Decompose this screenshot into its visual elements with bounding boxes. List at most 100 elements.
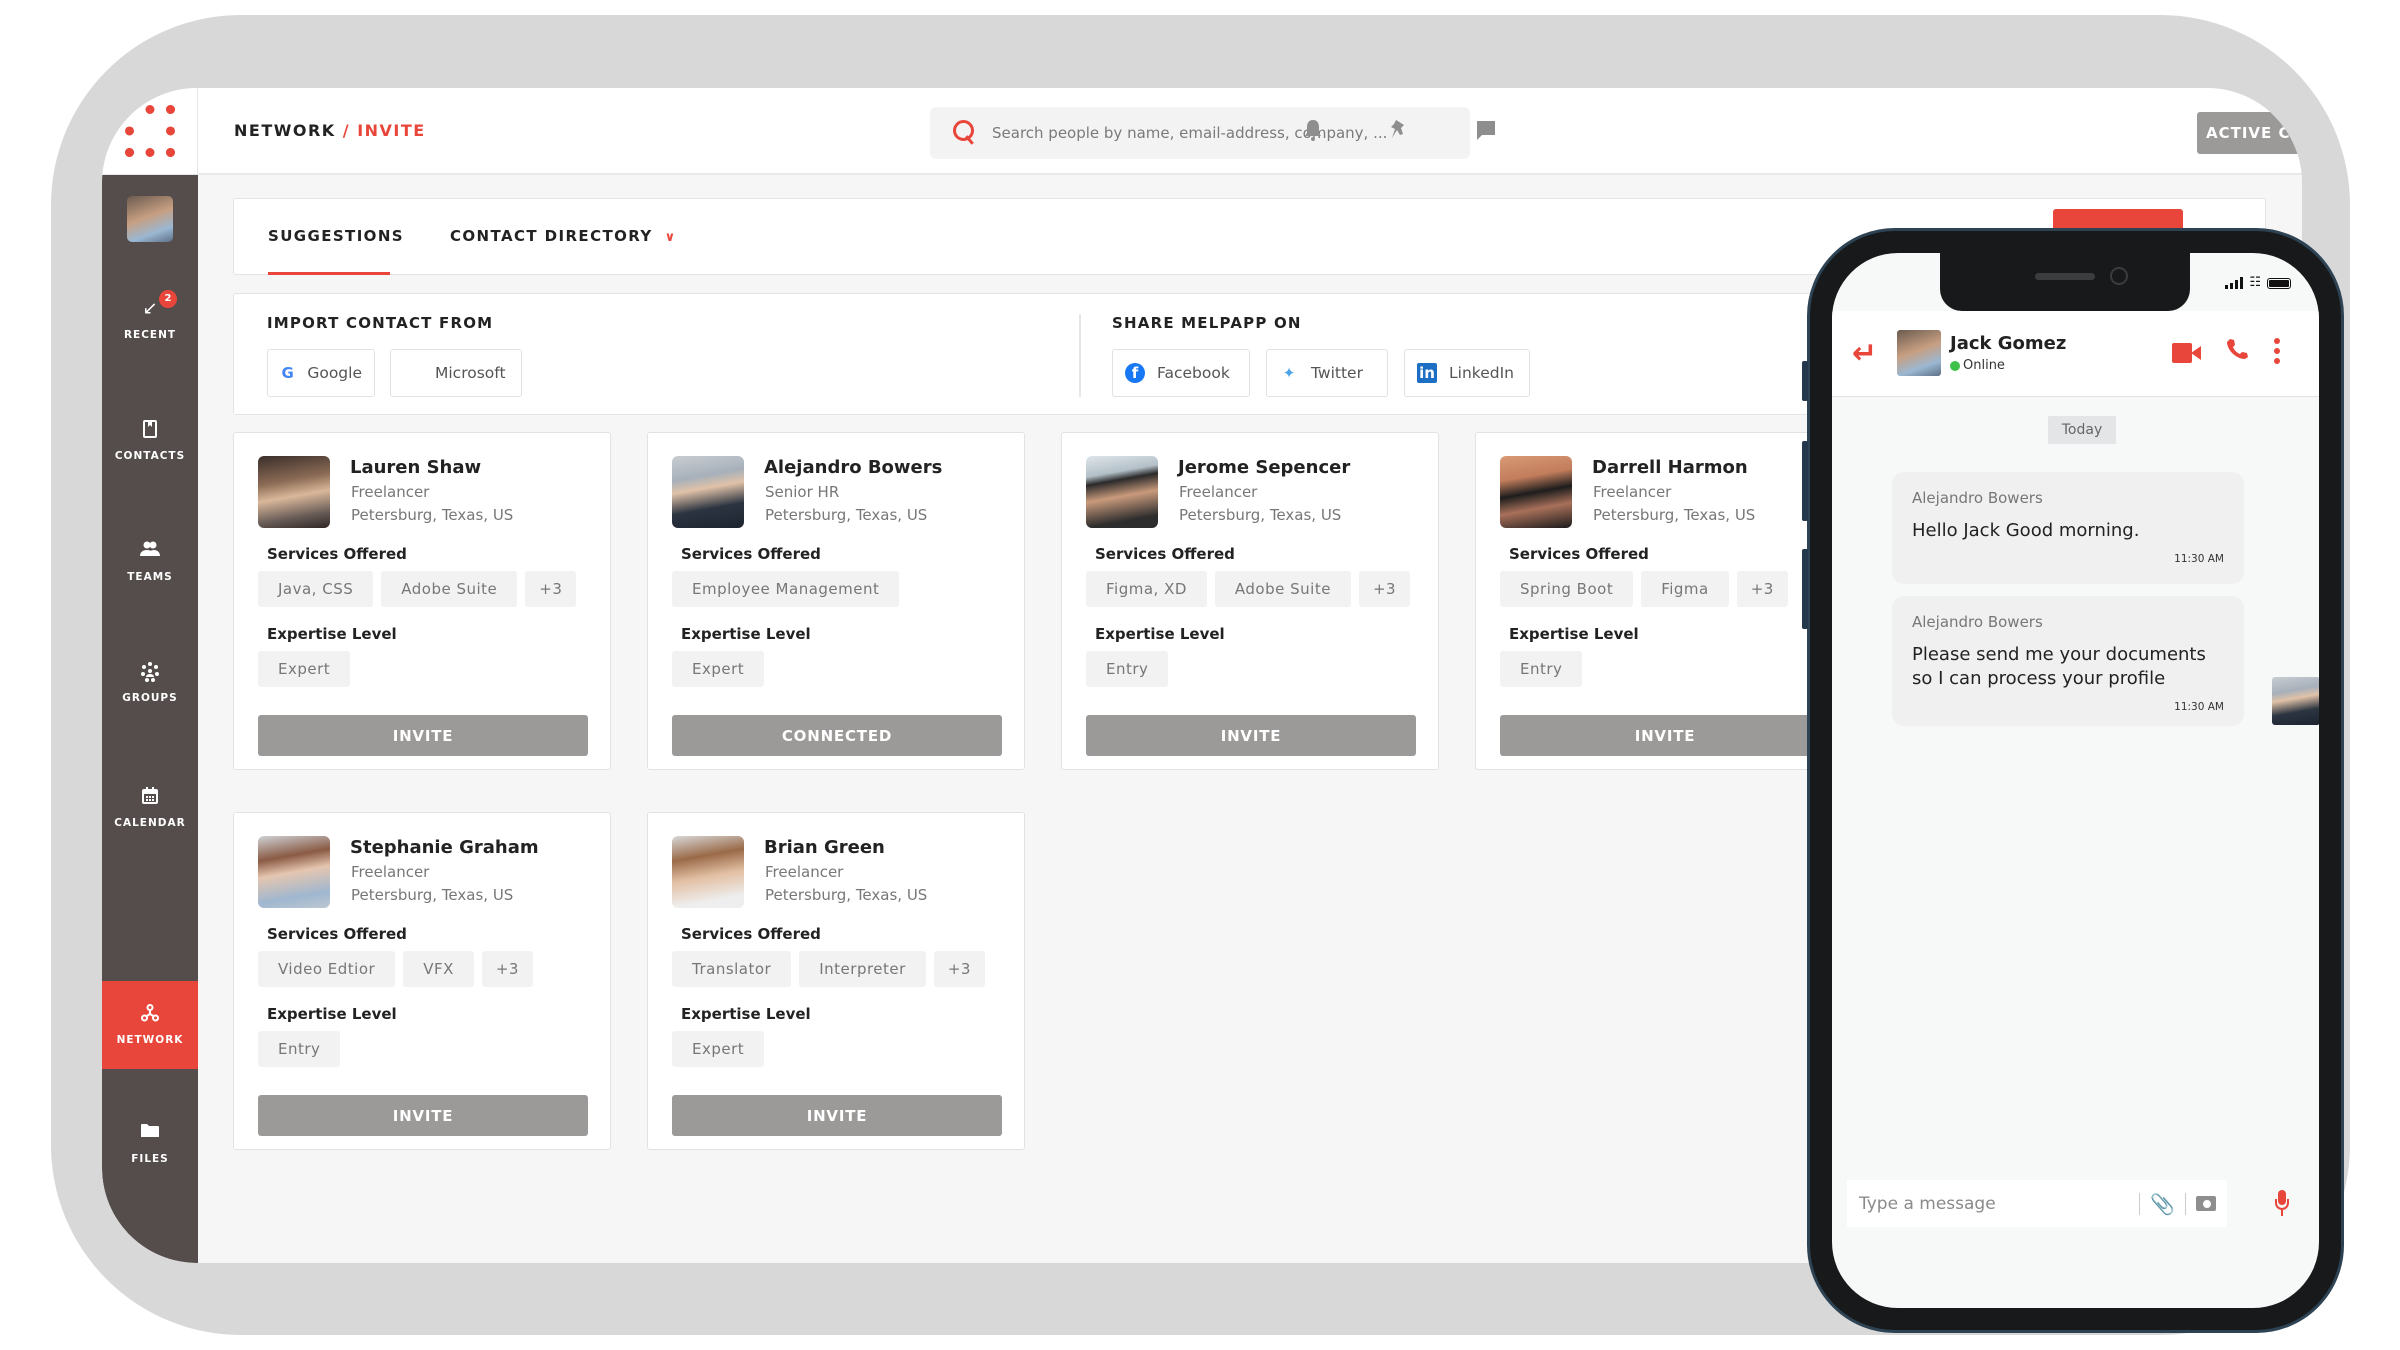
chat-header: ↵ Jack Gomez Online [1832, 311, 2319, 397]
services-label: Services Offered [267, 545, 407, 563]
sidebar-item-recent[interactable]: ↙ RECENT 2 [102, 276, 198, 364]
expertise-label: Expertise Level [1509, 625, 1639, 643]
more-options-icon[interactable] [2274, 338, 2280, 364]
teams-icon [139, 541, 161, 563]
invite-button[interactable]: INVITE [672, 1095, 1002, 1136]
services-list: Spring Boot Figma +3 [1500, 571, 1788, 607]
expertise-level: Entry [1086, 651, 1169, 687]
contact-name[interactable]: Darrell Harmon [1592, 457, 1748, 478]
sidebar-item-label: TEAMS [127, 571, 173, 583]
message-input[interactable] [1859, 1193, 2129, 1214]
active-calls-button[interactable]: ACTIVE CALLS [2197, 112, 2302, 154]
contacts-book-icon [143, 420, 157, 442]
profile-photo[interactable] [672, 836, 744, 908]
app-logo [124, 105, 175, 157]
share-linkedin-button[interactable]: in LinkedIn [1404, 349, 1530, 397]
share-facebook-button[interactable]: f Facebook [1112, 349, 1250, 397]
service-chip: Spring Boot [1500, 571, 1634, 607]
google-icon: G [281, 364, 294, 382]
services-label: Services Offered [681, 925, 821, 943]
sidebar-item-groups[interactable]: GROUPS [102, 639, 198, 727]
attachment-icon[interactable]: 📎 [2150, 1192, 2175, 1216]
contact-location: Petersburg, Texas, US [765, 886, 928, 904]
contact-card: Lauren Shaw Freelancer Petersburg, Texas, … [233, 432, 611, 770]
groups-icon [140, 662, 160, 684]
contact-card: Darrell Harmon Freelancer Petersburg, Texa… [1475, 432, 1853, 770]
sidebar-item-label: CONTACTS [114, 450, 186, 462]
chat-icon[interactable] [1473, 118, 1499, 144]
message-composer: 📎 [1847, 1180, 2227, 1227]
presence-status: Online [1950, 358, 2005, 373]
contact-name[interactable]: Lauren Shaw [350, 457, 481, 478]
level-chip: Entry [1500, 651, 1583, 687]
service-chip[interactable]: +3 [933, 951, 985, 987]
bell-icon[interactable] [1300, 118, 1326, 144]
contact-location: Petersburg, Texas, US [351, 886, 514, 904]
services-list: Java, CSS Adobe Suite +3 [258, 571, 577, 607]
invite-button[interactable]: INVITE [1500, 715, 1830, 756]
import-google-button[interactable]: G Google [267, 349, 375, 397]
tab-contact-directory[interactable]: CONTACT DIRECTORY ∨ [450, 227, 677, 245]
level-chip: Entry [258, 1031, 341, 1067]
message-text: Please send me your documents so I can p… [1912, 644, 2206, 689]
status-bar: ☷ [2225, 276, 2291, 289]
contact-role: Senior HR [765, 483, 840, 501]
contact-name[interactable]: Stephanie Graham [350, 837, 539, 858]
logo-container[interactable] [102, 88, 198, 175]
invite-button[interactable]: INVITE [258, 1095, 588, 1136]
sidebar-item-teams[interactable]: TEAMS [102, 518, 198, 606]
breadcrumb-section[interactable]: NETWORK [234, 121, 336, 140]
service-chip[interactable]: +3 [1736, 571, 1788, 607]
contact-location: Petersburg, Texas, US [351, 506, 514, 524]
profile-photo[interactable] [672, 456, 744, 528]
profile-photo[interactable] [258, 836, 330, 908]
phone-call-icon[interactable] [2225, 337, 2249, 368]
expertise-level: Entry [1500, 651, 1583, 687]
sidebar-item-label: GROUPS [122, 692, 178, 704]
connected-button[interactable]: CONNECTED [672, 715, 1002, 756]
phone-side-button [1802, 361, 1808, 401]
invite-button[interactable]: INVITE [1086, 715, 1416, 756]
stage: NETWORK / INVITE ACTIVE CALLS ↙ [0, 0, 2400, 1350]
pin-icon[interactable] [1386, 118, 1412, 144]
contact-name[interactable]: Jerome Sepencer [1178, 457, 1350, 478]
tab-label: CONTACT DIRECTORY [450, 227, 653, 245]
invite-button[interactable]: INVITE [258, 715, 588, 756]
sidebar-item-label: FILES [131, 1153, 169, 1165]
message-sender: Alejandro Bowers [1912, 489, 2043, 507]
service-chip[interactable]: +3 [481, 951, 533, 987]
back-arrow-icon[interactable]: ↵ [1852, 339, 1877, 369]
contact-avatar[interactable] [1897, 330, 1941, 376]
video-call-icon[interactable] [2172, 343, 2201, 363]
tab-suggestions[interactable]: SUGGESTIONS [268, 227, 404, 245]
section-divider [1079, 314, 1081, 397]
search-input[interactable] [992, 124, 1452, 142]
expertise-label: Expertise Level [267, 1005, 397, 1023]
service-chip[interactable]: +3 [525, 571, 577, 607]
sidebar-item-contacts[interactable]: CONTACTS [102, 397, 198, 485]
service-chip[interactable]: +3 [1358, 571, 1411, 607]
user-avatar[interactable] [127, 196, 173, 242]
message-text: Hello Jack Good morning. [1912, 520, 2140, 541]
share-twitter-button[interactable]: ✦ Twitter [1266, 349, 1388, 397]
level-chip: Expert [258, 651, 351, 687]
expertise-level: Expert [672, 651, 765, 687]
contact-location: Petersburg, Texas, US [1593, 506, 1756, 524]
contact-name[interactable]: Alejandro Bowers [764, 457, 942, 478]
profile-photo[interactable] [258, 456, 330, 528]
camera-icon[interactable] [2195, 1196, 2216, 1211]
status-text: Online [1963, 358, 2005, 373]
profile-photo[interactable] [1086, 456, 1158, 528]
contact-name[interactable]: Brian Green [764, 837, 885, 858]
import-microsoft-button[interactable]: Microsoft [390, 349, 522, 397]
services-list: Figma, XD Adobe Suite +3 [1086, 571, 1411, 607]
sidebar-item-network[interactable]: NETWORK [102, 981, 198, 1069]
notification-badge: 2 [159, 290, 177, 308]
contact-card: Alejandro Bowers Senior HR Petersburg, Tex… [647, 432, 1025, 770]
profile-photo[interactable] [1500, 456, 1572, 528]
top-header: NETWORK / INVITE ACTIVE CALLS [198, 88, 2302, 175]
sidebar-item-calendar[interactable]: CALENDAR [102, 764, 198, 852]
service-chip: Video Edtior [258, 951, 396, 987]
services-label: Services Offered [681, 545, 821, 563]
sidebar-item-files[interactable]: FILES [102, 1100, 198, 1188]
